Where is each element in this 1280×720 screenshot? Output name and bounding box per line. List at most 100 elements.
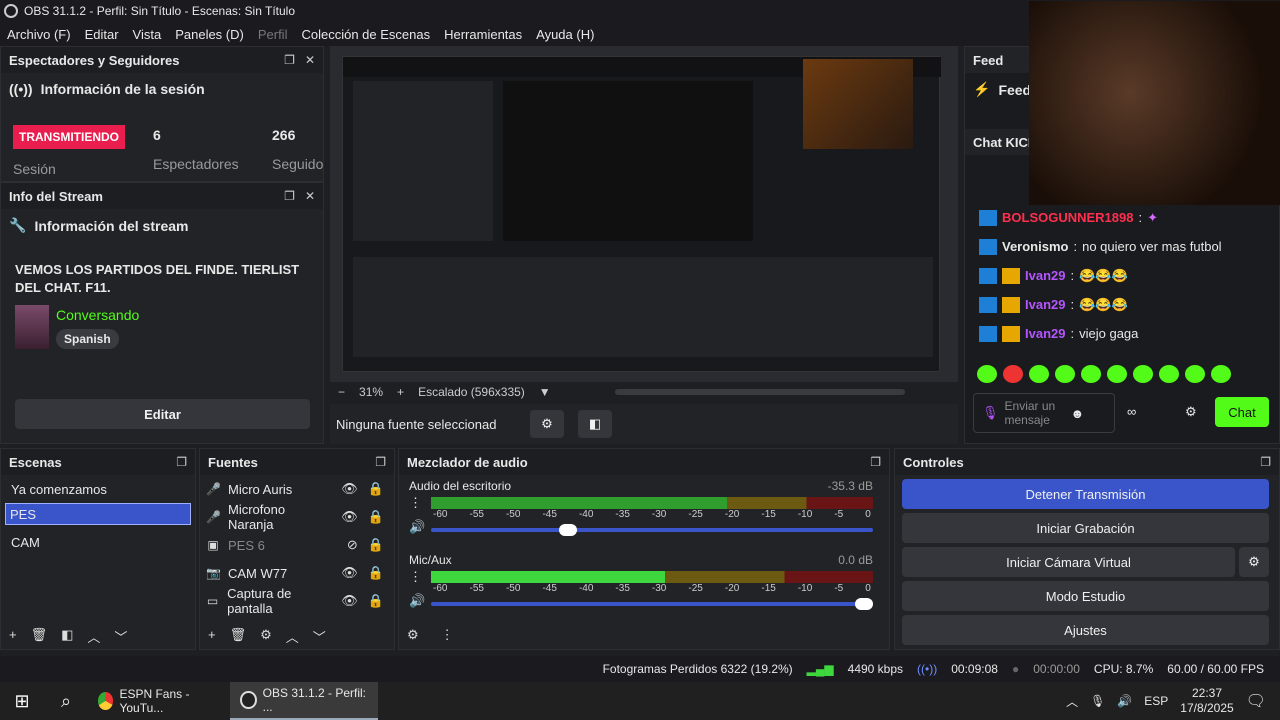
emote-icon[interactable] [1029, 365, 1049, 383]
microphone-icon[interactable]: 🎙 [1090, 694, 1105, 708]
source-item[interactable]: 📷 CAM W77 👁 🔒 [200, 559, 394, 587]
chat-dock-title: Chat KICK [973, 134, 1038, 150]
gear-icon[interactable]: ⚙ [530, 410, 564, 438]
add-icon[interactable]: + [208, 627, 216, 646]
lock-icon[interactable]: 🔒 [368, 481, 384, 497]
emote-icon[interactable] [1055, 365, 1075, 383]
add-icon[interactable]: + [9, 627, 17, 646]
volume-slider[interactable] [431, 524, 873, 536]
settings-button[interactable]: Ajustes [902, 615, 1269, 645]
trash-icon[interactable]: 🗑 [31, 627, 48, 646]
speaker-icon[interactable]: 🔊 [409, 593, 425, 609]
menu-perfil[interactable]: Perfil [251, 27, 295, 42]
menu-vista[interactable]: Vista [126, 27, 169, 42]
gear-icon[interactable]: ⚙ [260, 627, 272, 646]
eye-icon[interactable]: 👁 [341, 481, 358, 497]
volume-slider-knob[interactable] [855, 598, 873, 610]
menu-paneles[interactable]: Paneles (D) [168, 27, 251, 42]
speaker-icon[interactable]: 🔊 [409, 519, 425, 535]
stop-stream-button[interactable]: Detener Transmisión [902, 479, 1269, 509]
float-icon[interactable]: ❐ [284, 53, 295, 67]
float-icon[interactable]: ❐ [1260, 455, 1271, 469]
chat-username[interactable]: BOLSOGUNNER1898 [1002, 210, 1133, 225]
trash-icon[interactable]: 🗑 [230, 627, 247, 646]
more-vert-icon[interactable]: ⋮ [409, 495, 422, 511]
emote-icon[interactable] [1159, 365, 1179, 383]
float-icon[interactable]: ❐ [375, 455, 386, 469]
eye-icon[interactable]: 👁 [341, 509, 358, 525]
chevron-up-icon[interactable]: ︿ [286, 627, 299, 646]
more-vert-icon[interactable]: ⋮ [441, 627, 454, 643]
edit-button[interactable]: Editar [15, 399, 310, 429]
windows-start-icon[interactable]: ⊞ [0, 691, 44, 712]
clock[interactable]: 22:37 17/8/2025 [1180, 686, 1233, 716]
notification-icon[interactable]: 🗨 [1246, 691, 1266, 711]
eye-icon[interactable]: 👁 [341, 565, 358, 581]
source-item[interactable]: 🎤 Micro Auris 👁 🔒 [200, 475, 394, 503]
menu-herramientas[interactable]: Herramientas [437, 27, 529, 42]
menu-archivo[interactable]: Archivo (F) [0, 27, 78, 42]
lock-icon[interactable]: 🔒 [368, 593, 384, 609]
chevron-down-icon[interactable]: ﹀ [313, 627, 326, 646]
chevron-down-icon[interactable]: ﹀ [114, 627, 127, 646]
gear-icon[interactable]: ⚙ [1239, 547, 1269, 577]
emote-icon[interactable] [1107, 365, 1127, 383]
chat-username[interactable]: Ivan29 [1025, 326, 1065, 341]
menu-ayuda[interactable]: Ayuda (H) [529, 27, 601, 42]
volume-icon[interactable]: 🔊 [1117, 694, 1132, 708]
close-icon[interactable]: ✕ [305, 189, 315, 203]
start-recording-button[interactable]: Iniciar Grabación [902, 513, 1269, 543]
points-icon[interactable]: ∞ [1127, 404, 1136, 419]
start-virtual-camera-button[interactable]: Iniciar Cámara Virtual [902, 547, 1235, 577]
volume-slider-knob[interactable] [558, 524, 577, 536]
emote-icon[interactable] [977, 365, 997, 383]
volume-slider[interactable] [431, 598, 873, 610]
send-chat-button[interactable]: Chat [1215, 397, 1269, 427]
zoom-out-button[interactable]: − [338, 385, 345, 399]
language-indicator[interactable]: ESP [1144, 694, 1168, 708]
preview-canvas[interactable] [330, 46, 958, 382]
microphone-icon[interactable]: 🎙 [982, 405, 999, 421]
emote-icon[interactable] [1185, 365, 1205, 383]
gear-icon[interactable]: ⚙ [1185, 404, 1197, 420]
source-item[interactable]: 🎤 Microfono Naranja 👁 🔒 [200, 502, 394, 532]
float-icon[interactable]: ❐ [284, 189, 295, 203]
filters-icon[interactable]: ◧ [578, 410, 612, 438]
chat-username[interactable]: Ivan29 [1025, 297, 1065, 312]
filters-icon[interactable]: ◧ [61, 627, 73, 646]
emoji-icon[interactable]: ☻ [1071, 406, 1085, 421]
chat-username[interactable]: Ivan29 [1025, 268, 1065, 283]
advanced-audio-icon[interactable]: ⚙ [407, 627, 419, 643]
studio-mode-button[interactable]: Modo Estudio [902, 581, 1269, 611]
chat-username[interactable]: Veronismo [1002, 239, 1068, 254]
lock-icon[interactable]: 🔒 [368, 509, 384, 525]
menu-editar[interactable]: Editar [78, 27, 126, 42]
source-item[interactable]: ▭ Captura de pantalla 👁 🔒 [200, 586, 394, 616]
eye-icon[interactable]: 👁 [341, 593, 358, 609]
scene-item-selected[interactable]: PES [5, 503, 191, 525]
more-vert-icon[interactable]: ⋮ [409, 569, 422, 585]
scaling-dropdown-icon[interactable]: ▼ [539, 385, 551, 399]
scene-item[interactable]: Ya comenzamos [5, 475, 191, 503]
chat-input[interactable]: 🎙 Enviar un mensaje ☻ [973, 393, 1115, 433]
lock-icon[interactable]: 🔒 [368, 537, 384, 553]
taskbar-obs[interactable]: OBS 31.1.2 - Perfil: ... [230, 682, 378, 720]
close-icon[interactable]: ✕ [305, 53, 315, 67]
emote-icon[interactable] [1133, 365, 1153, 383]
emote-icon[interactable] [1081, 365, 1101, 383]
emote-icon[interactable] [1003, 365, 1023, 383]
zoom-in-button[interactable]: + [397, 385, 404, 399]
lock-icon[interactable]: 🔒 [368, 565, 384, 581]
menu-coleccion[interactable]: Colección de Escenas [294, 27, 437, 42]
emote-icon[interactable] [1211, 365, 1231, 383]
preview-scrollbar[interactable] [614, 389, 905, 395]
float-icon[interactable]: ❐ [176, 455, 187, 469]
chevron-up-icon[interactable]: ︿ [87, 627, 100, 646]
source-item[interactable]: ▣ PES 6 ⊘ 🔒 [200, 531, 394, 559]
eye-hidden-icon[interactable]: ⊘ [347, 537, 358, 553]
float-icon[interactable]: ❐ [870, 455, 881, 469]
taskbar-chrome[interactable]: ESPN Fans - YouTu... [88, 682, 230, 720]
scene-item[interactable]: CAM [5, 525, 191, 559]
chevron-up-icon[interactable]: ︿ [1066, 693, 1078, 710]
search-icon[interactable]: ⌕ [44, 691, 88, 712]
